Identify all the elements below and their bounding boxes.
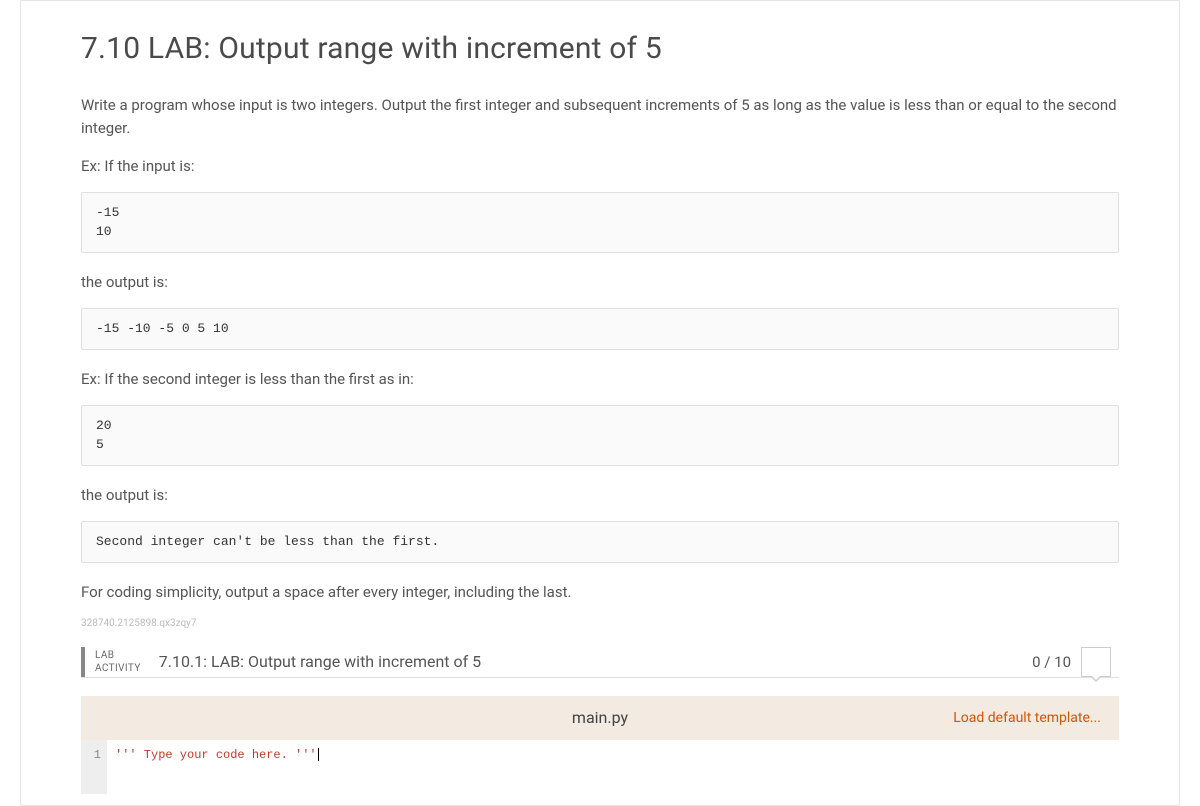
activity-title: 7.10.1: LAB: Output range with increment…: [155, 647, 1032, 677]
file-bar: main.py Load default template...: [81, 696, 1119, 740]
text-cursor-icon: [318, 748, 319, 761]
page-title: 7.10 LAB: Output range with increment of…: [81, 31, 1119, 66]
output-label-2: the output is:: [81, 484, 1119, 507]
closing-note: For coding simplicity, output a space af…: [81, 581, 1119, 604]
example-label-2: Ex: If the second integer is less than t…: [81, 368, 1119, 391]
file-name: main.py: [572, 708, 628, 727]
score-bookmark-icon: [1081, 647, 1111, 677]
lab-card: 7.10 LAB: Output range with increment of…: [20, 0, 1180, 806]
lab-tag-line1: LAB: [95, 649, 141, 662]
example-2-input: 20 5: [81, 405, 1119, 466]
seed-id: 328740.2125898.qx3zqy7: [81, 618, 1119, 629]
output-label-1: the output is:: [81, 271, 1119, 294]
lab-activity-tag: LAB ACTIVITY: [81, 647, 155, 677]
line-number-1: 1: [87, 746, 101, 764]
example-1-input: -15 10: [81, 192, 1119, 253]
example-1-output: -15 -10 -5 0 5 10: [81, 308, 1119, 350]
score-area: 0 / 10: [1032, 647, 1119, 677]
code-line-1: ''' Type your code here. ''': [115, 748, 317, 762]
example-label-1: Ex: If the input is:: [81, 155, 1119, 178]
code-editor[interactable]: 1 ''' Type your code here. ''': [81, 740, 1119, 794]
load-template-link[interactable]: Load default template...: [953, 710, 1119, 726]
score-text: 0 / 10: [1032, 653, 1071, 671]
activity-bar: LAB ACTIVITY 7.10.1: LAB: Output range w…: [81, 639, 1119, 678]
intro-paragraph: Write a program whose input is two integ…: [81, 94, 1119, 141]
line-number-gutter: 1: [81, 740, 107, 794]
example-2-output: Second integer can't be less than the fi…: [81, 521, 1119, 563]
code-area[interactable]: ''' Type your code here. ''': [107, 740, 1119, 794]
lab-tag-line2: ACTIVITY: [95, 662, 141, 675]
